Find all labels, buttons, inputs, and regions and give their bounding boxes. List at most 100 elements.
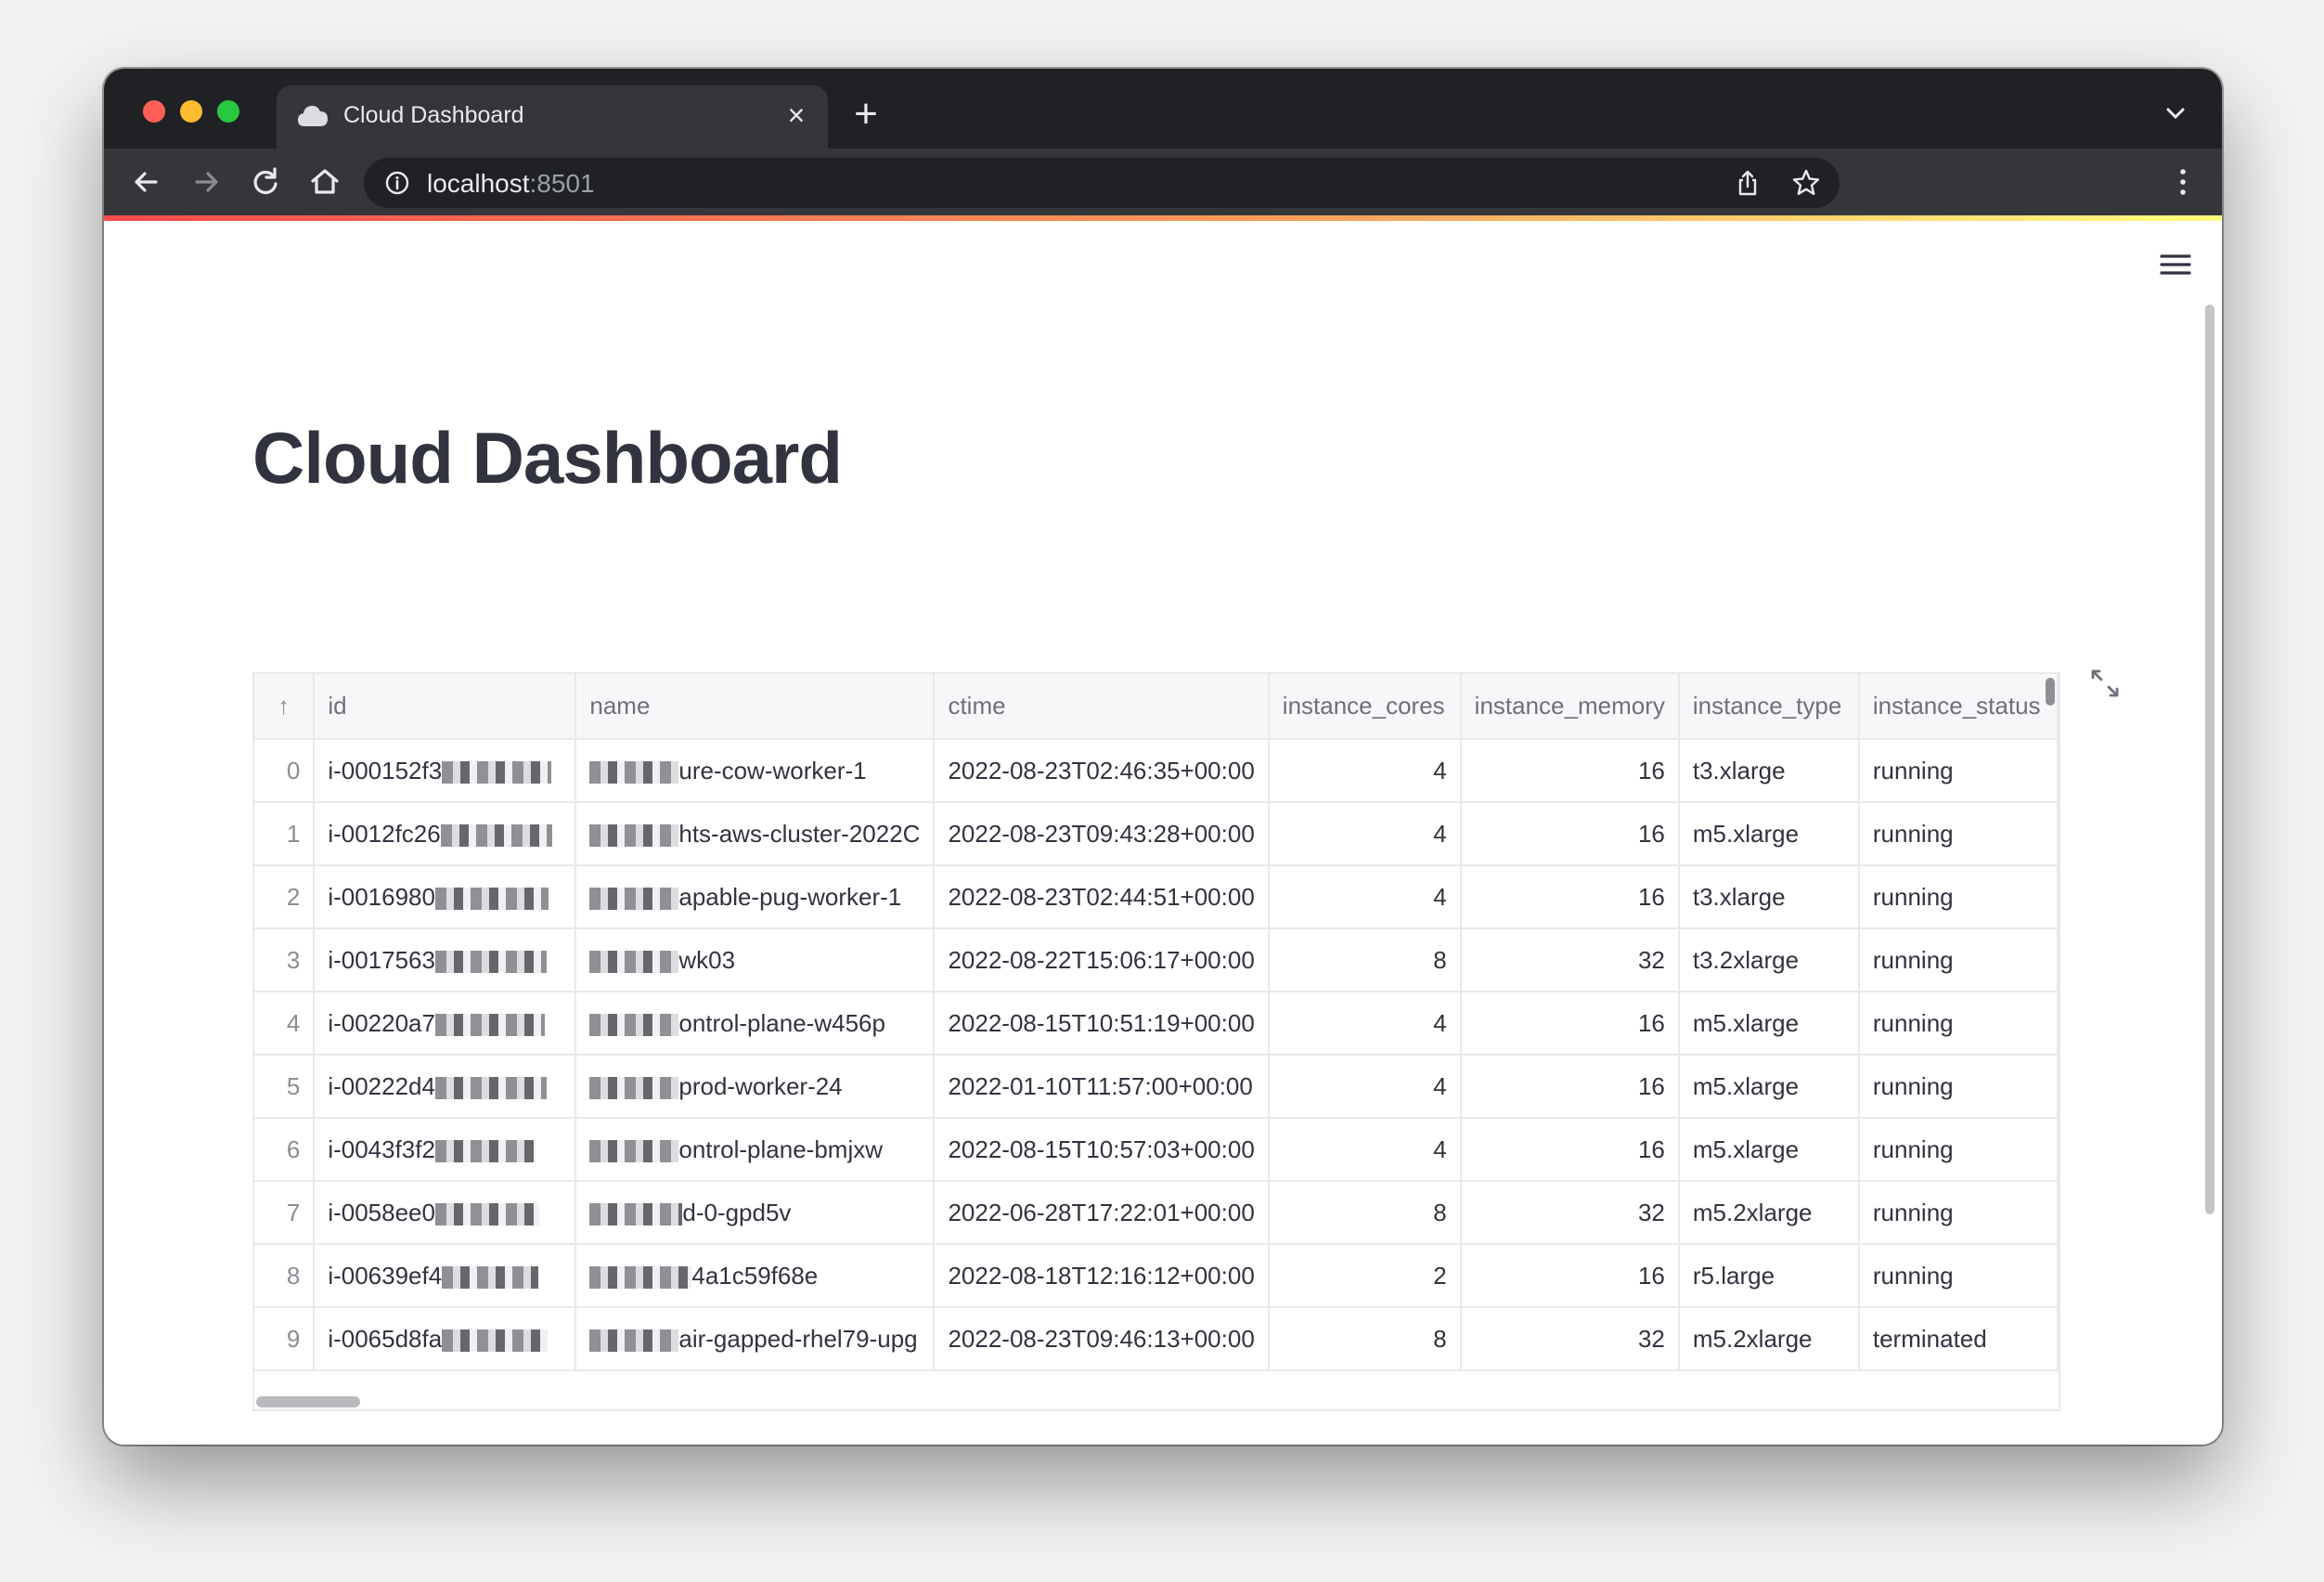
close-window-button[interactable] [143, 100, 165, 123]
expand-icon[interactable] [2088, 667, 2122, 700]
cell-id[interactable]: i-00222d4 [314, 1055, 577, 1119]
cell-instance-status[interactable]: running [1858, 1181, 2059, 1245]
cell-instance-type[interactable]: t3.2xlarge [1678, 928, 1860, 992]
hamburger-icon[interactable] [2159, 251, 2192, 279]
share-icon[interactable] [1734, 169, 1762, 197]
table-row[interactable]: 1 i-0012fc26 hts-aws-cluster-2022C 2022-… [254, 802, 2059, 866]
cell-ctime[interactable]: 2022-08-15T10:57:03+00:00 [934, 1118, 1270, 1182]
cell-ctime[interactable]: 2022-08-18T12:16:12+00:00 [934, 1244, 1270, 1308]
cell-instance-memory[interactable]: 32 [1460, 1181, 1680, 1245]
column-header-instance-status[interactable]: instance_status [1858, 674, 2059, 740]
cell-name[interactable]: ure-cow-worker-1 [575, 739, 936, 803]
cell-instance-status[interactable]: running [1858, 1055, 2059, 1119]
address-bar[interactable]: localhost:8501 [364, 158, 1840, 208]
sort-index-header[interactable]: ↑ [254, 674, 316, 740]
cell-instance-cores[interactable]: 8 [1268, 928, 1462, 992]
cell-instance-type[interactable]: m5.xlarge [1678, 1118, 1860, 1182]
cell-id[interactable]: i-0017563 [314, 928, 577, 992]
info-icon[interactable] [384, 170, 410, 196]
cell-instance-type[interactable]: m5.xlarge [1678, 1055, 1860, 1119]
cell-instance-memory[interactable]: 16 [1460, 1055, 1680, 1119]
column-header-instance-type[interactable]: instance_type [1678, 674, 1860, 740]
cell-name[interactable]: ontrol-plane-w456p [575, 992, 936, 1056]
cell-instance-cores[interactable]: 8 [1268, 1181, 1462, 1245]
cell-instance-memory[interactable]: 16 [1460, 802, 1680, 866]
table-row[interactable]: 0 i-000152f3 ure-cow-worker-1 2022-08-23… [254, 739, 2059, 803]
dataframe[interactable]: ↑ id name ctime instance_cores instance_… [252, 672, 2060, 1411]
cell-ctime[interactable]: 2022-01-10T11:57:00+00:00 [934, 1055, 1270, 1119]
cell-instance-cores[interactable]: 2 [1268, 1244, 1462, 1308]
table-row[interactable]: 2 i-0016980 apable-pug-worker-1 2022-08-… [254, 865, 2059, 929]
cell-instance-status[interactable]: running [1858, 865, 2059, 929]
table-row[interactable]: 7 i-0058ee0 d-0-gpd5v 2022-06-28T17:22:0… [254, 1181, 2059, 1245]
column-header-id[interactable]: id [314, 674, 577, 740]
cell-instance-status[interactable]: running [1858, 1244, 2059, 1308]
table-row[interactable]: 6 i-0043f3f2 ontrol-plane-bmjxw 2022-08-… [254, 1118, 2059, 1182]
cell-ctime[interactable]: 2022-06-28T17:22:01+00:00 [934, 1181, 1270, 1245]
cell-instance-cores[interactable]: 4 [1268, 992, 1462, 1056]
cell-instance-cores[interactable]: 8 [1268, 1307, 1462, 1371]
cell-id[interactable]: i-000152f3 [314, 739, 577, 803]
browser-tab[interactable]: Cloud Dashboard × [277, 85, 828, 149]
table-row[interactable]: 8 i-00639ef4 4a1c59f68e 2022-08-18T12:16… [254, 1244, 2059, 1308]
cell-id[interactable]: i-0012fc26 [314, 802, 577, 866]
column-header-ctime[interactable]: ctime [934, 674, 1270, 740]
cell-instance-memory[interactable]: 16 [1460, 865, 1680, 929]
home-icon[interactable] [304, 162, 345, 202]
cell-id[interactable]: i-0058ee0 [314, 1181, 577, 1245]
table-row[interactable]: 4 i-00220a7 ontrol-plane-w456p 2022-08-1… [254, 992, 2059, 1056]
forward-arrow-icon[interactable] [186, 162, 226, 202]
cell-name[interactable]: wk03 [575, 928, 936, 992]
cell-ctime[interactable]: 2022-08-23T02:44:51+00:00 [934, 865, 1270, 929]
cell-name[interactable]: d-0-gpd5v [575, 1181, 936, 1245]
cell-name[interactable]: air-gapped-rhel79-upg [575, 1307, 936, 1371]
cell-instance-type[interactable]: t3.xlarge [1678, 865, 1860, 929]
cell-ctime[interactable]: 2022-08-15T10:51:19+00:00 [934, 992, 1270, 1056]
cell-name[interactable]: hts-aws-cluster-2022C [575, 802, 936, 866]
column-header-instance-cores[interactable]: instance_cores [1268, 674, 1462, 740]
cell-id[interactable]: i-00220a7 [314, 992, 577, 1056]
cell-ctime[interactable]: 2022-08-23T02:46:35+00:00 [934, 739, 1270, 803]
cell-instance-cores[interactable]: 4 [1268, 739, 1462, 803]
page-scrollbar[interactable] [2205, 305, 2214, 1214]
cell-instance-cores[interactable]: 4 [1268, 1118, 1462, 1182]
minimize-window-button[interactable] [180, 100, 202, 123]
column-header-instance-memory[interactable]: instance_memory [1460, 674, 1680, 740]
table-row[interactable]: 5 i-00222d4 prod-worker-24 2022-01-10T11… [254, 1055, 2059, 1119]
cell-name[interactable]: 4a1c59f68e [575, 1244, 936, 1308]
cell-id[interactable]: i-0016980 [314, 865, 577, 929]
cell-instance-memory[interactable]: 16 [1460, 1118, 1680, 1182]
star-icon[interactable] [1791, 168, 1821, 198]
cell-ctime[interactable]: 2022-08-23T09:43:28+00:00 [934, 802, 1270, 866]
kebab-menu-icon[interactable] [2176, 165, 2190, 199]
cell-id[interactable]: i-00639ef4 [314, 1244, 577, 1308]
tab-search-chevron-icon[interactable] [2163, 100, 2188, 126]
cell-instance-cores[interactable]: 4 [1268, 802, 1462, 866]
cell-instance-status[interactable]: running [1858, 802, 2059, 866]
cell-id[interactable]: i-0043f3f2 [314, 1118, 577, 1182]
reload-icon[interactable] [245, 162, 286, 202]
cell-instance-memory[interactable]: 32 [1460, 928, 1680, 992]
cell-ctime[interactable]: 2022-08-22T15:06:17+00:00 [934, 928, 1270, 992]
cell-name[interactable]: ontrol-plane-bmjxw [575, 1118, 936, 1182]
cell-instance-cores[interactable]: 4 [1268, 1055, 1462, 1119]
cell-instance-type[interactable]: m5.2xlarge [1678, 1307, 1860, 1371]
cell-ctime[interactable]: 2022-08-23T09:46:13+00:00 [934, 1307, 1270, 1371]
back-arrow-icon[interactable] [126, 162, 167, 202]
cell-instance-status[interactable]: running [1858, 739, 2059, 803]
close-tab-icon[interactable]: × [778, 97, 815, 134]
cell-instance-type[interactable]: m5.2xlarge [1678, 1181, 1860, 1245]
cell-name[interactable]: prod-worker-24 [575, 1055, 936, 1119]
cell-instance-cores[interactable]: 4 [1268, 865, 1462, 929]
cell-id[interactable]: i-0065d8fa [314, 1307, 577, 1371]
new-tab-button[interactable]: + [846, 94, 885, 135]
cell-name[interactable]: apable-pug-worker-1 [575, 865, 936, 929]
cell-instance-memory[interactable]: 16 [1460, 992, 1680, 1056]
cell-instance-type[interactable]: t3.xlarge [1678, 739, 1860, 803]
column-header-name[interactable]: name [575, 674, 936, 740]
table-row[interactable]: 9 i-0065d8fa air-gapped-rhel79-upg 2022-… [254, 1307, 2059, 1371]
cell-instance-status[interactable]: running [1858, 992, 2059, 1056]
cell-instance-type[interactable]: m5.xlarge [1678, 802, 1860, 866]
cell-instance-memory[interactable]: 16 [1460, 739, 1680, 803]
table-row[interactable]: 3 i-0017563 wk03 2022-08-22T15:06:17+00:… [254, 928, 2059, 992]
